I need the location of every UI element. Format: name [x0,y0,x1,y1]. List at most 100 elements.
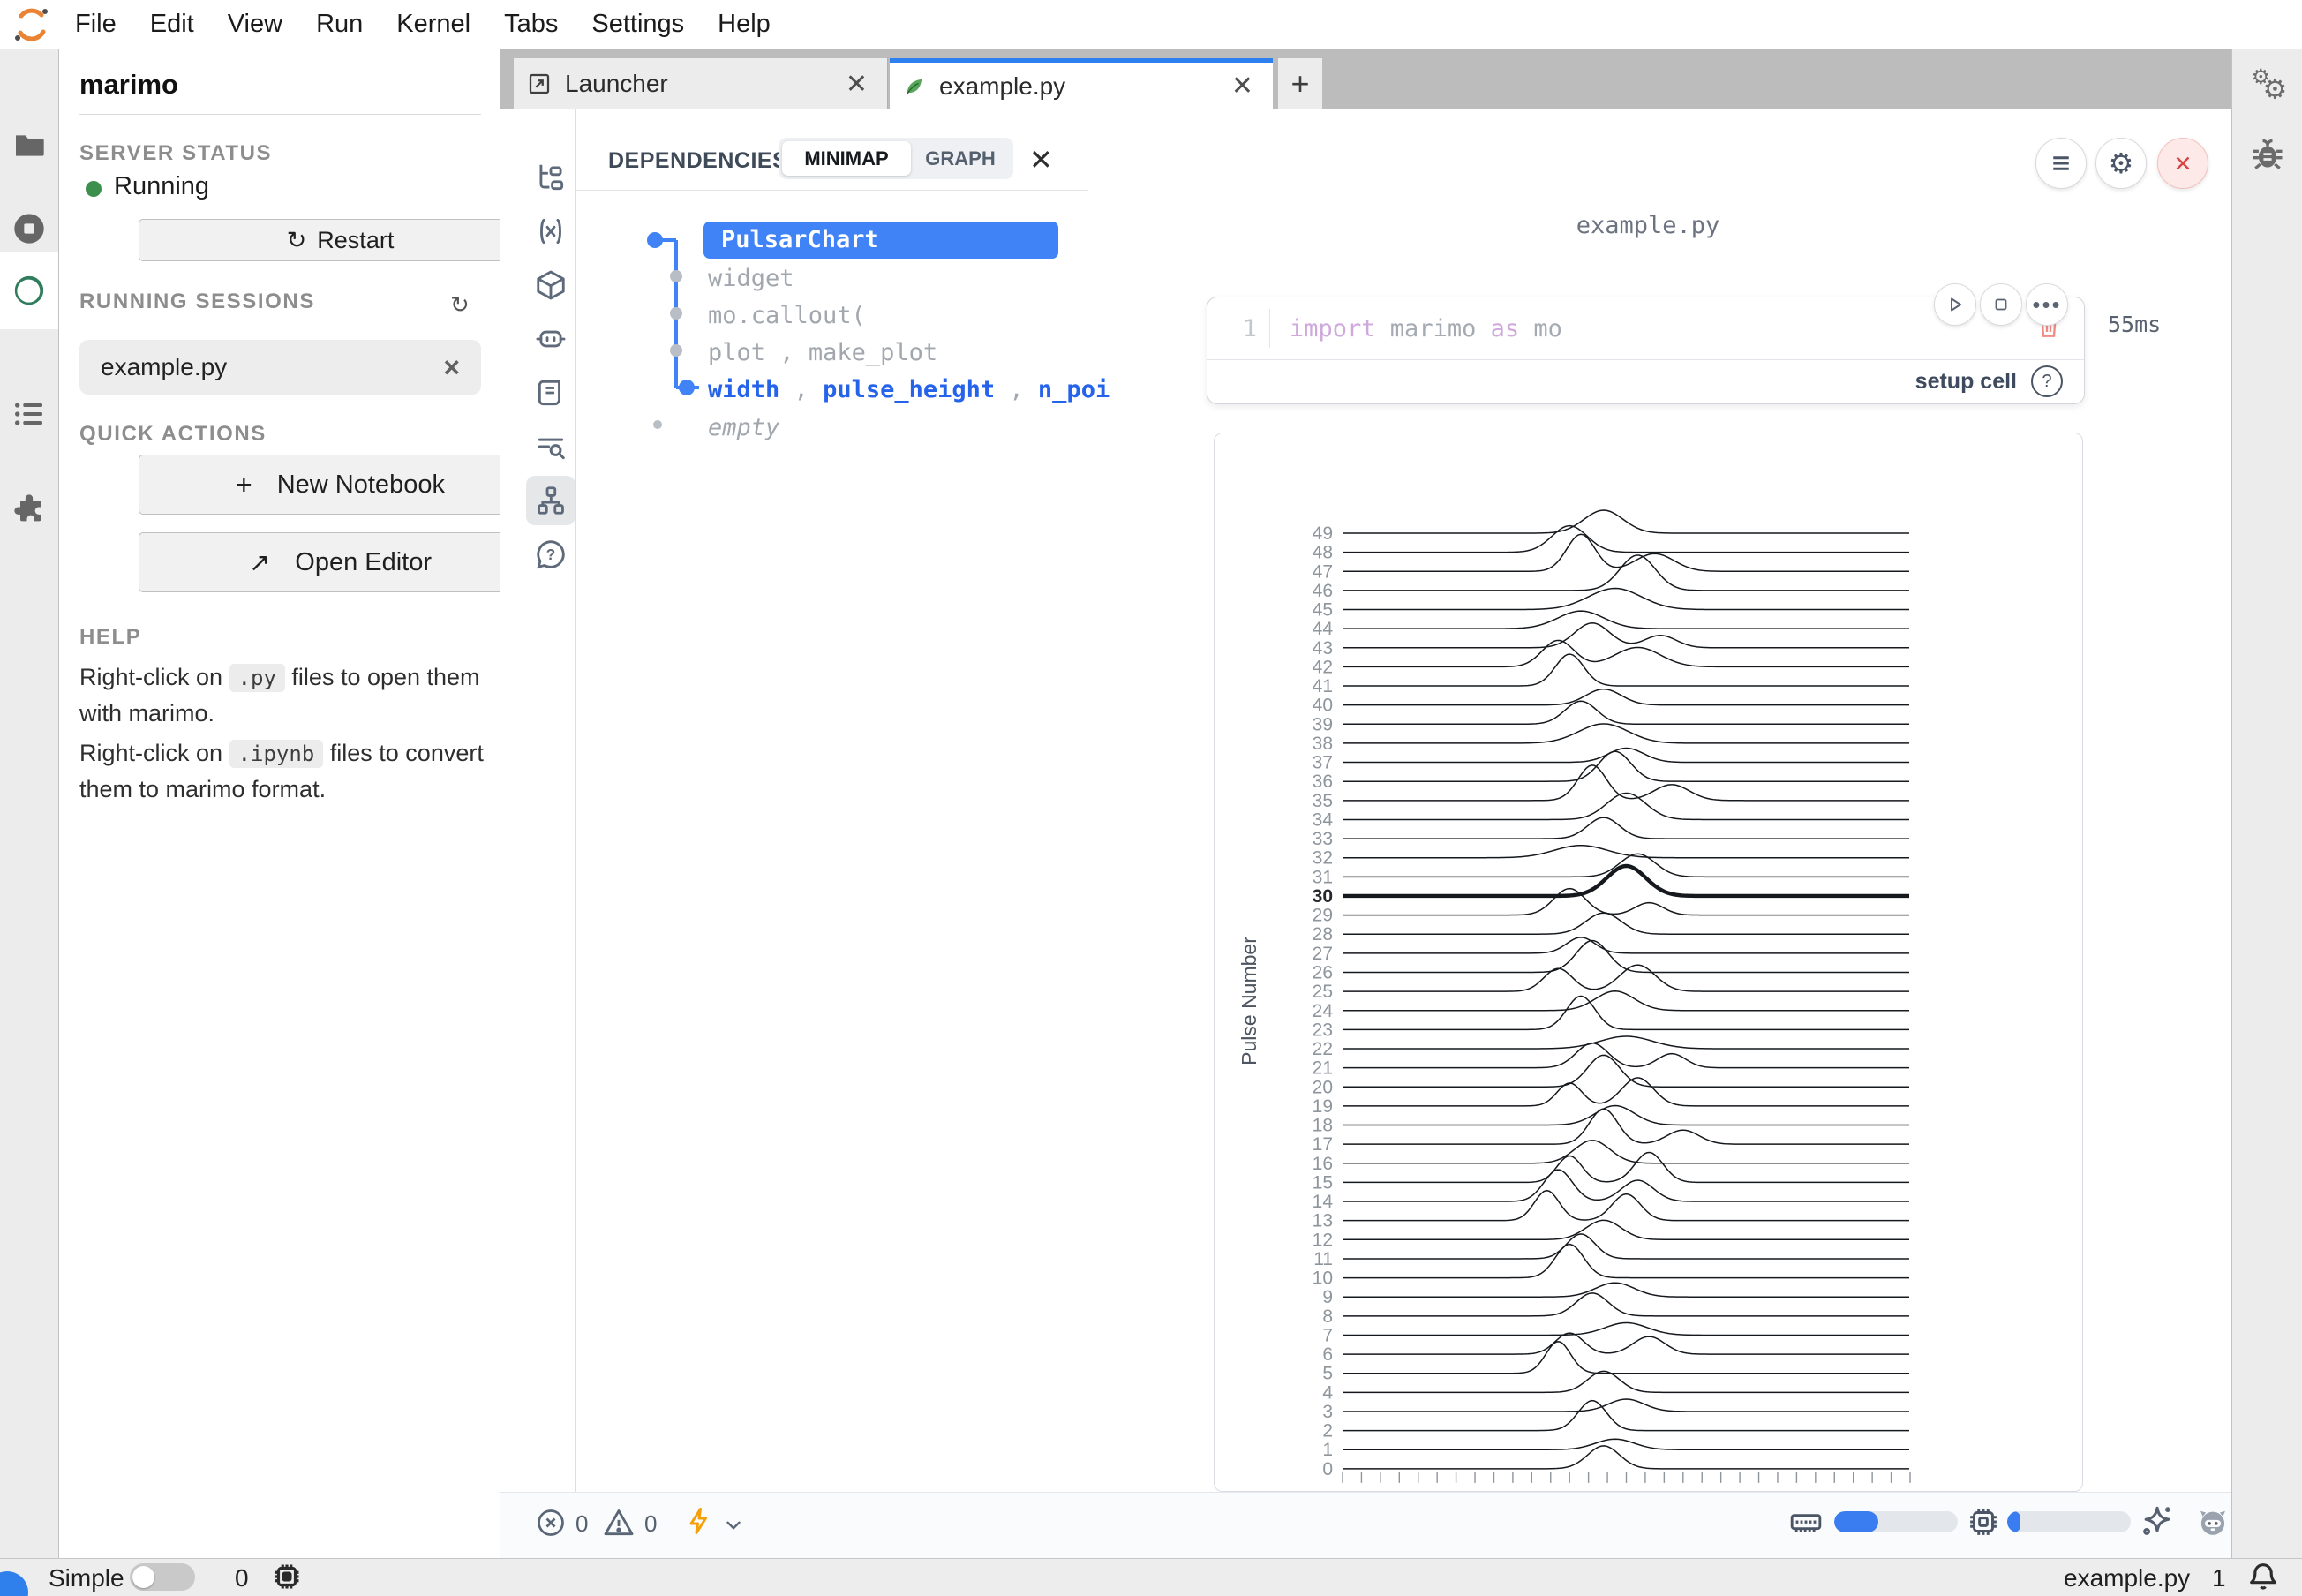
tool-variables-icon[interactable] [526,207,576,256]
system-metrics-icon[interactable] [270,1560,304,1596]
pulse-line-42 [1343,640,1909,666]
y-tick-label: 5 [1322,1364,1333,1384]
pulse-line-26 [1343,941,1909,973]
pulse-line-6 [1343,1333,1909,1354]
toggle-minimap[interactable]: MINIMAP [782,141,911,176]
activity-marimo-logo-icon[interactable] [0,252,58,329]
session-item[interactable]: example.py × [79,340,481,395]
property-inspector-icon[interactable]: ⚙⚙ [2232,49,2302,119]
y-tick-label: 34 [1313,809,1334,830]
y-tick-label: 29 [1313,906,1333,926]
notebook-settings-button[interactable]: ⚙ [2095,138,2147,189]
right-sidebar-strip: ⚙⚙ [2231,49,2302,1558]
menu-kernel[interactable]: Kernel [396,10,470,39]
menu-run[interactable]: Run [316,10,363,39]
menu-edit[interactable]: Edit [150,10,194,39]
menu-help[interactable]: Help [718,10,771,39]
close-tab-icon[interactable]: ✕ [839,69,875,100]
run-cell-button[interactable] [1934,283,1976,326]
notebook-menu-button[interactable] [2035,138,2087,189]
errors-icon[interactable] [535,1507,567,1543]
server-status-value: Running [114,172,209,201]
example-py-workspace: ? DEPENDENCIES MINIMAP GRAPH ✕ PulsarCha… [500,109,2231,1492]
code-token-keyword: as [1491,315,1520,343]
tree-node[interactable]: width , pulse_height , n_poi [708,376,1110,403]
tree-node-selected[interactable]: PulsarChart [703,222,1058,259]
shutdown-kernel-button[interactable] [2157,138,2208,189]
y-tick-label: 14 [1313,1192,1334,1212]
close-panel-icon[interactable]: ✕ [1029,143,1053,177]
setup-help-icon[interactable]: ? [2031,365,2063,397]
pulse-line-17 [1343,1109,1909,1144]
stop-cell-button[interactable] [1980,283,2022,326]
panel-title: marimo [79,69,178,101]
notebook-filename: example.py [1538,212,1758,239]
y-tick-label: 2 [1322,1421,1333,1442]
tool-packages-icon[interactable] [526,260,576,310]
new-tab-button[interactable]: + [1278,58,1322,109]
menu-settings[interactable]: Settings [591,10,684,39]
tool-help-icon[interactable]: ? [526,530,576,579]
y-tick-label: 4 [1322,1382,1333,1403]
y-tick-label: 20 [1313,1077,1333,1097]
simple-mode-toggle[interactable] [130,1563,195,1591]
tool-scratchpad-search-icon[interactable] [526,422,576,471]
open-editor-button[interactable]: ↗ Open Editor [139,532,542,592]
cpu-usage-fill [2007,1511,2020,1532]
run-mode-lightning-icon[interactable] [683,1505,715,1541]
pulse-line-18 [1343,1106,1909,1125]
dependencies-icon [534,484,568,517]
ai-sparkle-icon[interactable] [2138,1502,2177,1545]
logs-icon [534,376,568,410]
close-tab-icon[interactable]: ✕ [1224,71,1260,102]
y-tick-label: 30 [1313,886,1333,907]
pulse-line-13 [1343,1191,1909,1221]
y-tick-label: 23 [1313,1020,1333,1040]
tool-logs-icon[interactable] [526,368,576,418]
pulsar-chart-output: 4948474645444342414039383736353433323130… [1214,433,2083,1492]
activity-folder-icon[interactable] [0,107,58,184]
tab-example-py[interactable]: example.py ✕ [890,58,1273,109]
y-tick-label: 42 [1313,657,1333,677]
warnings-icon[interactable] [602,1506,636,1544]
cpu-usage-icon [1965,1503,2002,1545]
variables-icon [534,215,568,248]
pulse-line-10 [1343,1245,1909,1278]
activity-table-of-contents-icon[interactable] [0,375,58,453]
activity-extensions-icon[interactable] [0,471,58,548]
tab-launcher[interactable]: Launcher ✕ [514,58,888,109]
tool-dependencies-icon[interactable] [526,476,576,525]
chevron-down-icon[interactable] [722,1514,745,1541]
menu-tabs[interactable]: Tabs [504,10,558,39]
pulse-line-45 [1343,589,1909,610]
pulsar-ridgeline-chart: 4948474645444342414039383736353433323130… [1215,433,2081,1492]
cell-code[interactable]: import marimo as mo [1290,315,1562,343]
debugger-icon[interactable] [2232,119,2302,190]
bell-icon[interactable] [2246,1559,2281,1596]
restart-server-button[interactable]: ↻ Restart [139,219,542,261]
tool-file-tree-icon[interactable] [526,153,576,202]
tool-ai-assistant-icon[interactable] [526,314,576,364]
file-tree-icon [534,161,568,194]
y-tick-label: 45 [1313,600,1333,621]
marimo-leaf-icon [902,74,927,99]
close-session-icon[interactable]: × [443,351,460,384]
pulse-line-22 [1343,1036,1909,1049]
gear-icon: ⚙ [2109,147,2134,180]
cell-more-button[interactable]: ••• [2026,283,2068,326]
table-of-contents-icon [11,396,47,432]
new-notebook-button[interactable]: + New Notebook [139,455,542,515]
y-tick-label: 43 [1313,638,1333,659]
menu-view[interactable]: View [228,10,282,39]
refresh-sessions-icon[interactable]: ↻ [450,292,470,319]
notification-count: 1 [2212,1564,2226,1592]
pulse-line-30 [1343,866,1909,896]
code-token-plain: mo [1519,315,1562,343]
feedback-face-icon[interactable] [2194,1503,2231,1545]
hamburger-icon [2048,150,2074,177]
menu-file[interactable]: File [75,10,117,39]
pulse-line-40 [1343,689,1909,705]
y-tick-label: 46 [1313,581,1333,601]
toggle-graph[interactable]: GRAPH [911,147,1010,170]
pulse-line-12 [1343,1220,1909,1239]
